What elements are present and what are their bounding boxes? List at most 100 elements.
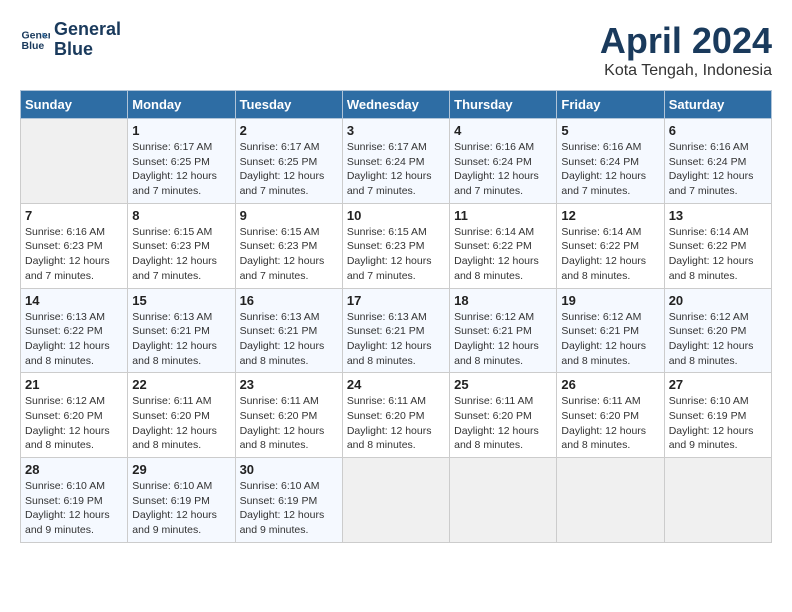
calendar-cell: 6 Sunrise: 6:16 AMSunset: 6:24 PMDaylight… (664, 119, 771, 204)
day-header-saturday: Saturday (664, 91, 771, 119)
title-area: April 2024 Kota Tengah, Indonesia (600, 20, 772, 80)
day-info: Sunrise: 6:11 AMSunset: 6:20 PMDaylight:… (240, 394, 338, 453)
day-number: 10 (347, 208, 445, 223)
week-row-3: 21 Sunrise: 6:12 AMSunset: 6:20 PMDayligh… (21, 373, 772, 458)
day-info: Sunrise: 6:11 AMSunset: 6:20 PMDaylight:… (347, 394, 445, 453)
day-header-sunday: Sunday (21, 91, 128, 119)
day-info: Sunrise: 6:16 AMSunset: 6:24 PMDaylight:… (454, 140, 552, 199)
day-info: Sunrise: 6:11 AMSunset: 6:20 PMDaylight:… (132, 394, 230, 453)
day-number: 3 (347, 123, 445, 138)
calendar-cell: 17Sunrise: 6:13 AMSunset: 6:21 PMDayligh… (342, 288, 449, 373)
calendar-cell: 12 Sunrise: 6:14 AMSunset: 6:22 PMDayligh… (557, 203, 664, 288)
day-number: 9 (240, 208, 338, 223)
day-info: Sunrise: 6:10 AMSunset: 6:19 PMDaylight:… (240, 479, 338, 538)
day-number: 19 (561, 293, 659, 308)
calendar-cell: 18Sunrise: 6:12 AMSunset: 6:21 PMDayligh… (450, 288, 557, 373)
calendar-cell: 16 Sunrise: 6:13 AMSunset: 6:21 PMDayligh… (235, 288, 342, 373)
day-header-friday: Friday (557, 91, 664, 119)
calendar-cell: 7 Sunrise: 6:16 AMSunset: 6:23 PMDaylight… (21, 203, 128, 288)
day-number: 13 (669, 208, 767, 223)
day-number: 14 (25, 293, 123, 308)
day-number: 22 (132, 377, 230, 392)
month-title: April 2024 (600, 20, 772, 62)
calendar-body: 1 Sunrise: 6:17 AMSunset: 6:25 PMDaylight… (21, 119, 772, 543)
week-row-1: 7 Sunrise: 6:16 AMSunset: 6:23 PMDaylight… (21, 203, 772, 288)
day-info: Sunrise: 6:15 AMSunset: 6:23 PMDaylight:… (240, 225, 338, 284)
day-number: 26 (561, 377, 659, 392)
calendar-cell: 15Sunrise: 6:13 AMSunset: 6:21 PMDayligh… (128, 288, 235, 373)
calendar-cell: 11Sunrise: 6:14 AMSunset: 6:22 PMDayligh… (450, 203, 557, 288)
day-number: 12 (561, 208, 659, 223)
day-info: Sunrise: 6:12 AMSunset: 6:21 PMDaylight:… (454, 310, 552, 369)
calendar-cell: 4 Sunrise: 6:16 AMSunset: 6:24 PMDaylight… (450, 119, 557, 204)
svg-text:Blue: Blue (22, 40, 45, 52)
day-info: Sunrise: 6:16 AMSunset: 6:24 PMDaylight:… (669, 140, 767, 199)
day-number: 4 (454, 123, 552, 138)
day-number: 23 (240, 377, 338, 392)
day-info: Sunrise: 6:16 AMSunset: 6:23 PMDaylight:… (25, 225, 123, 284)
header: General Blue General Blue April 2024 Kot… (20, 20, 772, 80)
calendar-cell: 23 Sunrise: 6:11 AMSunset: 6:20 PMDayligh… (235, 373, 342, 458)
day-number: 24 (347, 377, 445, 392)
day-info: Sunrise: 6:12 AMSunset: 6:20 PMDaylight:… (25, 394, 123, 453)
day-number: 30 (240, 462, 338, 477)
day-number: 5 (561, 123, 659, 138)
calendar-cell: 13 Sunrise: 6:14 AMSunset: 6:22 PMDayligh… (664, 203, 771, 288)
logo-icon: General Blue (20, 25, 50, 55)
day-number: 28 (25, 462, 123, 477)
day-info: Sunrise: 6:13 AMSunset: 6:22 PMDaylight:… (25, 310, 123, 369)
calendar-cell: 5Sunrise: 6:16 AMSunset: 6:24 PMDaylight… (557, 119, 664, 204)
calendar-cell: 2 Sunrise: 6:17 AMSunset: 6:25 PMDaylight… (235, 119, 342, 204)
day-number: 20 (669, 293, 767, 308)
day-info: Sunrise: 6:13 AMSunset: 6:21 PMDaylight:… (347, 310, 445, 369)
day-number: 2 (240, 123, 338, 138)
logo-text-line1: General (54, 20, 121, 40)
day-info: Sunrise: 6:11 AMSunset: 6:20 PMDaylight:… (454, 394, 552, 453)
calendar-cell: 3 Sunrise: 6:17 AMSunset: 6:24 PMDaylight… (342, 119, 449, 204)
calendar-cell: 29 Sunrise: 6:10 AMSunset: 6:19 PMDayligh… (128, 458, 235, 543)
day-number: 16 (240, 293, 338, 308)
calendar-cell: 30 Sunrise: 6:10 AMSunset: 6:19 PMDayligh… (235, 458, 342, 543)
calendar-cell: 1 Sunrise: 6:17 AMSunset: 6:25 PMDaylight… (128, 119, 235, 204)
day-info: Sunrise: 6:15 AMSunset: 6:23 PMDaylight:… (347, 225, 445, 284)
calendar-cell (557, 458, 664, 543)
day-header-monday: Monday (128, 91, 235, 119)
day-header-tuesday: Tuesday (235, 91, 342, 119)
day-info: Sunrise: 6:15 AMSunset: 6:23 PMDaylight:… (132, 225, 230, 284)
logo-text-line2: Blue (54, 40, 121, 60)
day-info: Sunrise: 6:14 AMSunset: 6:22 PMDaylight:… (561, 225, 659, 284)
calendar-cell: 20 Sunrise: 6:12 AMSunset: 6:20 PMDayligh… (664, 288, 771, 373)
week-row-0: 1 Sunrise: 6:17 AMSunset: 6:25 PMDaylight… (21, 119, 772, 204)
calendar-cell: 22 Sunrise: 6:11 AMSunset: 6:20 PMDayligh… (128, 373, 235, 458)
day-info: Sunrise: 6:13 AMSunset: 6:21 PMDaylight:… (240, 310, 338, 369)
day-info: Sunrise: 6:14 AMSunset: 6:22 PMDaylight:… (669, 225, 767, 284)
week-row-2: 14 Sunrise: 6:13 AMSunset: 6:22 PMDayligh… (21, 288, 772, 373)
day-number: 27 (669, 377, 767, 392)
calendar-cell: 28Sunrise: 6:10 AMSunset: 6:19 PMDayligh… (21, 458, 128, 543)
calendar-cell: 14 Sunrise: 6:13 AMSunset: 6:22 PMDayligh… (21, 288, 128, 373)
day-info: Sunrise: 6:10 AMSunset: 6:19 PMDaylight:… (669, 394, 767, 453)
day-number: 6 (669, 123, 767, 138)
day-info: Sunrise: 6:12 AMSunset: 6:20 PMDaylight:… (669, 310, 767, 369)
days-header-row: SundayMondayTuesdayWednesdayThursdayFrid… (21, 91, 772, 119)
day-info: Sunrise: 6:11 AMSunset: 6:20 PMDaylight:… (561, 394, 659, 453)
calendar-cell (342, 458, 449, 543)
calendar-cell: 19 Sunrise: 6:12 AMSunset: 6:21 PMDayligh… (557, 288, 664, 373)
day-number: 29 (132, 462, 230, 477)
day-number: 7 (25, 208, 123, 223)
day-info: Sunrise: 6:17 AMSunset: 6:25 PMDaylight:… (240, 140, 338, 199)
day-info: Sunrise: 6:12 AMSunset: 6:21 PMDaylight:… (561, 310, 659, 369)
day-info: Sunrise: 6:17 AMSunset: 6:25 PMDaylight:… (132, 140, 230, 199)
calendar-cell (21, 119, 128, 204)
calendar-cell: 9 Sunrise: 6:15 AMSunset: 6:23 PMDaylight… (235, 203, 342, 288)
day-number: 21 (25, 377, 123, 392)
calendar-cell (450, 458, 557, 543)
day-info: Sunrise: 6:13 AMSunset: 6:21 PMDaylight:… (132, 310, 230, 369)
calendar-table: SundayMondayTuesdayWednesdayThursdayFrid… (20, 90, 772, 543)
day-number: 1 (132, 123, 230, 138)
day-info: Sunrise: 6:10 AMSunset: 6:19 PMDaylight:… (132, 479, 230, 538)
calendar-cell: 10 Sunrise: 6:15 AMSunset: 6:23 PMDayligh… (342, 203, 449, 288)
calendar-cell (664, 458, 771, 543)
calendar-cell: 26 Sunrise: 6:11 AMSunset: 6:20 PMDayligh… (557, 373, 664, 458)
day-info: Sunrise: 6:17 AMSunset: 6:24 PMDaylight:… (347, 140, 445, 199)
